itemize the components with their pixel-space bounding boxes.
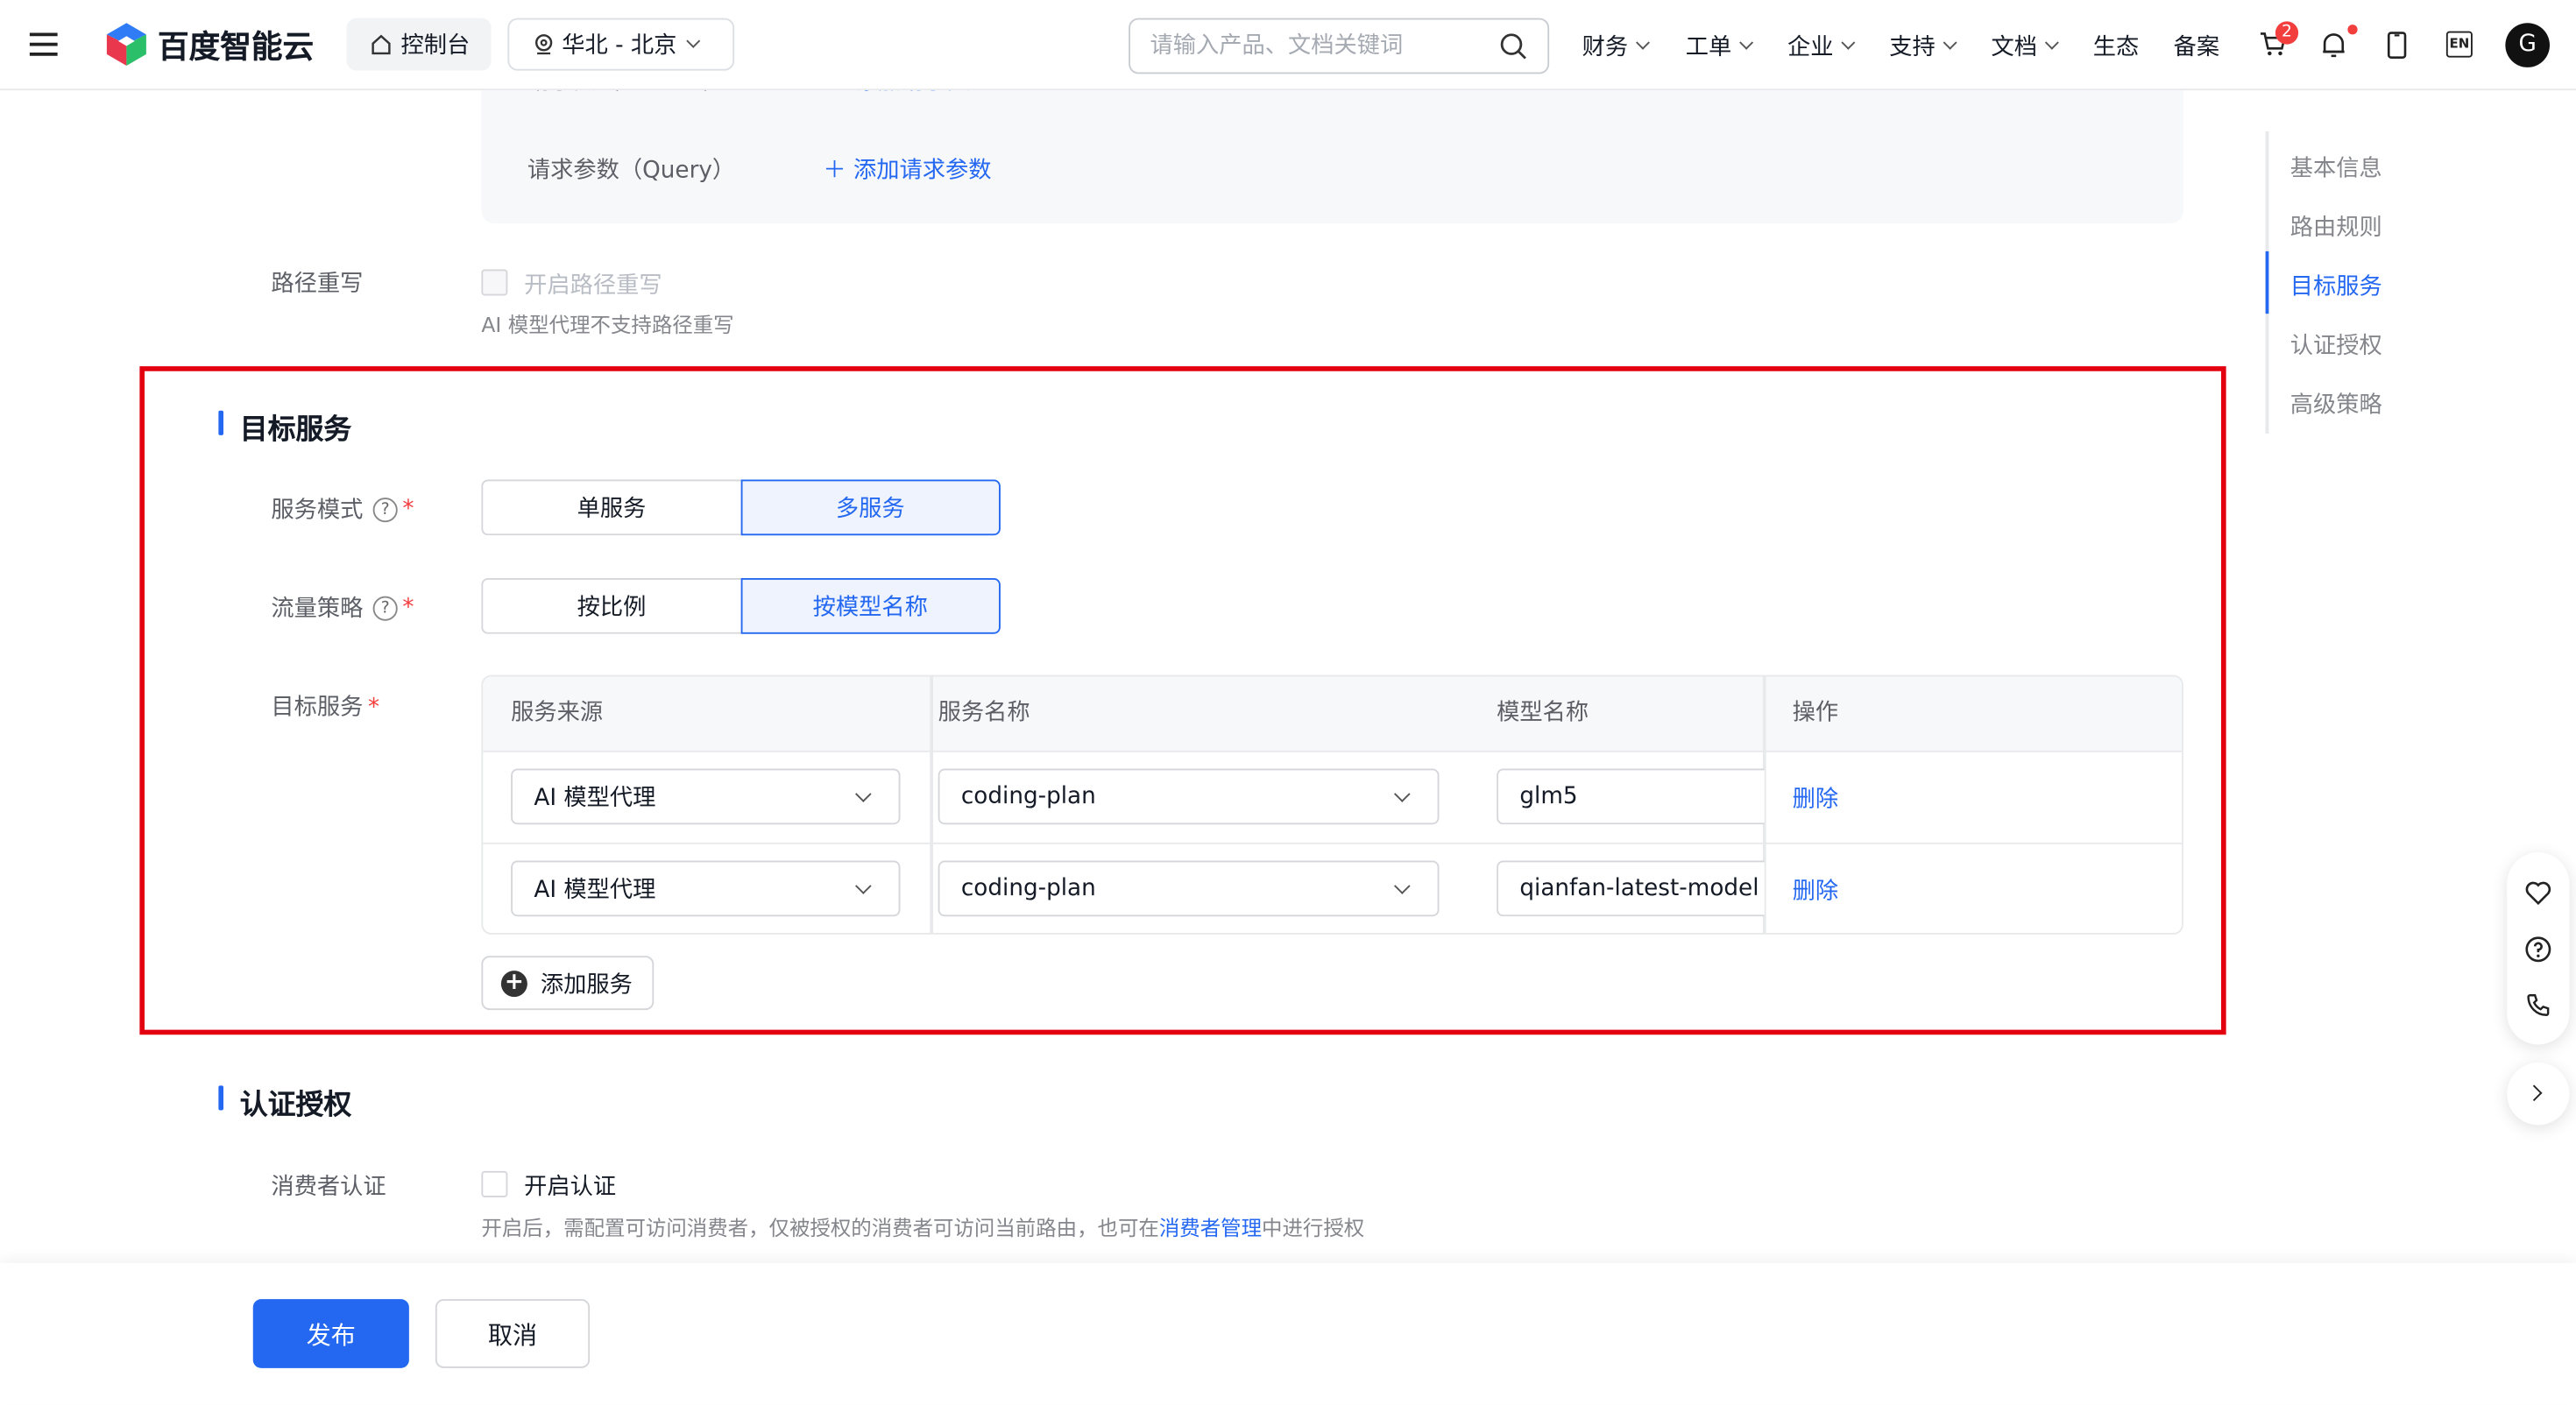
side-nav-auth[interactable]: 认证授权 [2290, 328, 2382, 362]
heart-icon[interactable] [2525, 880, 2551, 906]
phone-icon[interactable] [2525, 992, 2551, 1019]
nav-support-label: 支持 [1889, 34, 1936, 61]
console-button[interactable]: 控制台 [346, 18, 492, 71]
side-nav-advanced-policy[interactable]: 高级策略 [2290, 388, 2382, 421]
region-label: 华北 - 北京 [562, 32, 677, 60]
notification-dot [2347, 25, 2358, 35]
app-root: 请求头（Header） ＋ 添加请求头 请求参数（Query） ＋ 添加请求参数… [0, 0, 2576, 1405]
brand-name: 百度智能云 [158, 28, 315, 66]
language-switch[interactable]: EN [2445, 31, 2473, 58]
cube-logo-icon [106, 23, 146, 66]
auth-hint-prefix: 开启后，需配置可访问消费者，仅被授权的消费者可访问当前路由，也可在 [481, 1215, 1159, 1240]
chevron-right-icon [2525, 1084, 2543, 1102]
auth-hint-suffix: 中进行授权 [1262, 1215, 1365, 1240]
floating-toolbar [2507, 852, 2570, 1045]
global-search [1129, 18, 1550, 74]
enable-auth-checkbox[interactable] [481, 1170, 508, 1197]
request-config-card: 请求头（Header） ＋ 添加请求头 请求参数（Query） ＋ 添加请求参数 [481, 69, 2183, 223]
mobile-icon[interactable] [2387, 32, 2407, 60]
nav-docs[interactable]: 文档 [1991, 30, 2059, 63]
nav-finance-label: 财务 [1582, 34, 1629, 61]
path-rewrite-checkbox[interactable] [481, 269, 508, 296]
chevron-down-icon [686, 33, 701, 48]
path-rewrite-checkbox-label: 开启路径重写 [524, 272, 662, 300]
side-nav-basic-info[interactable]: 基本信息 [2290, 152, 2382, 185]
side-nav-target-service[interactable]: 目标服务 [2290, 270, 2382, 303]
region-selector[interactable]: 华北 - 北京 [507, 18, 735, 71]
nav-finance[interactable]: 财务 [1582, 30, 1650, 63]
home-icon [372, 34, 391, 55]
auth-section-title: 认证授权 [239, 1089, 352, 1122]
nav-ticket[interactable]: 工单 [1685, 30, 1754, 63]
consumer-management-link[interactable]: 消费者管理 [1159, 1216, 1262, 1240]
chevron-down-icon [1636, 35, 1650, 50]
help-circle-icon[interactable] [2525, 936, 2551, 963]
add-query-param-label: 添加请求参数 [853, 158, 992, 184]
path-rewrite-label: 路径重写 [271, 271, 364, 298]
add-query-param-link[interactable]: ＋ 添加请求参数 [823, 152, 991, 186]
nav-enterprise-label: 企业 [1787, 34, 1834, 61]
nav-filing[interactable]: 备案 [2174, 30, 2220, 63]
auth-hint: 开启后，需配置可访问消费者，仅被授权的消费者可访问当前路由，也可在消费者管理中进… [481, 1211, 1364, 1242]
nav-support[interactable]: 支持 [1889, 30, 1957, 63]
consumer-auth-label: 消费者认证 [271, 1174, 386, 1201]
bell-icon[interactable] [2321, 32, 2346, 60]
hamburger-menu-icon[interactable] [29, 32, 60, 58]
cart-count-badge: 2 [2275, 21, 2299, 45]
publish-button[interactable]: 发布 [252, 1299, 409, 1368]
cancel-button[interactable]: 取消 [435, 1299, 591, 1368]
brand-logo[interactable]: 百度智能云 [105, 21, 314, 67]
side-nav-route-rules[interactable]: 路由规则 [2290, 210, 2382, 244]
side-nav-active-indicator [2265, 251, 2269, 314]
plus-icon: ＋ [823, 158, 846, 184]
top-header: 百度智能云 控制台 华北 - 北京 财务 工单 企业 支持 文档 生态 备案 2… [0, 0, 2576, 91]
nav-enterprise[interactable]: 企业 [1787, 30, 1856, 63]
section-marker [218, 1085, 223, 1111]
search-input[interactable] [1150, 32, 1500, 60]
chevron-down-icon [1841, 35, 1856, 50]
path-rewrite-hint: AI 模型代理不支持路径重写 [481, 312, 734, 337]
highlight-box [139, 366, 2226, 1035]
chevron-down-icon [1739, 35, 1754, 50]
user-avatar[interactable]: G [2505, 23, 2550, 67]
enable-auth-label: 开启认证 [524, 1174, 617, 1201]
chevron-down-icon [1943, 35, 1957, 50]
chevron-down-icon [2044, 35, 2059, 50]
query-param-label: 请求参数（Query） [527, 158, 736, 184]
console-label: 控制台 [400, 32, 471, 60]
nav-ecosystem[interactable]: 生态 [2093, 30, 2140, 63]
search-icon[interactable] [1500, 32, 1528, 60]
nav-ticket-label: 工单 [1685, 34, 1732, 61]
expand-button[interactable] [2507, 1063, 2570, 1126]
location-pin-icon [534, 34, 553, 55]
nav-docs-label: 文档 [1991, 34, 2038, 61]
